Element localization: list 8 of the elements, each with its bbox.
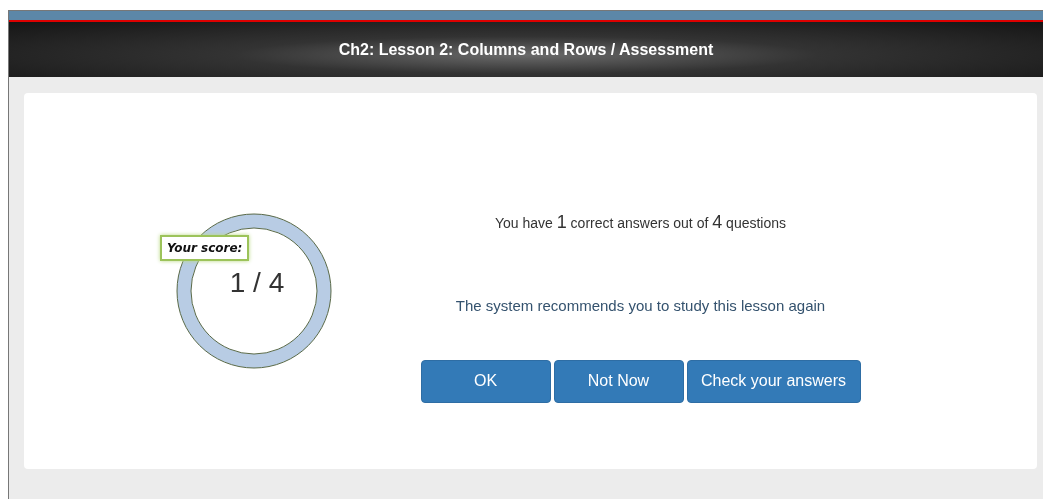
window-title: Ch2: Lesson 2: Columns and Rows / Assessment: [338, 40, 714, 59]
result-text: You have 1 correct answers out of 4 questions: [494, 211, 787, 233]
check-answers-button[interactable]: Check your answers: [686, 359, 861, 403]
recommendation-text: The system recommends you to study this lesson again: [455, 296, 826, 314]
score-label: Your score:: [160, 235, 250, 261]
ok-button[interactable]: OK: [420, 359, 551, 403]
not-now-button[interactable]: Not Now: [553, 359, 684, 403]
score-value: 1 / 4: [228, 267, 286, 299]
